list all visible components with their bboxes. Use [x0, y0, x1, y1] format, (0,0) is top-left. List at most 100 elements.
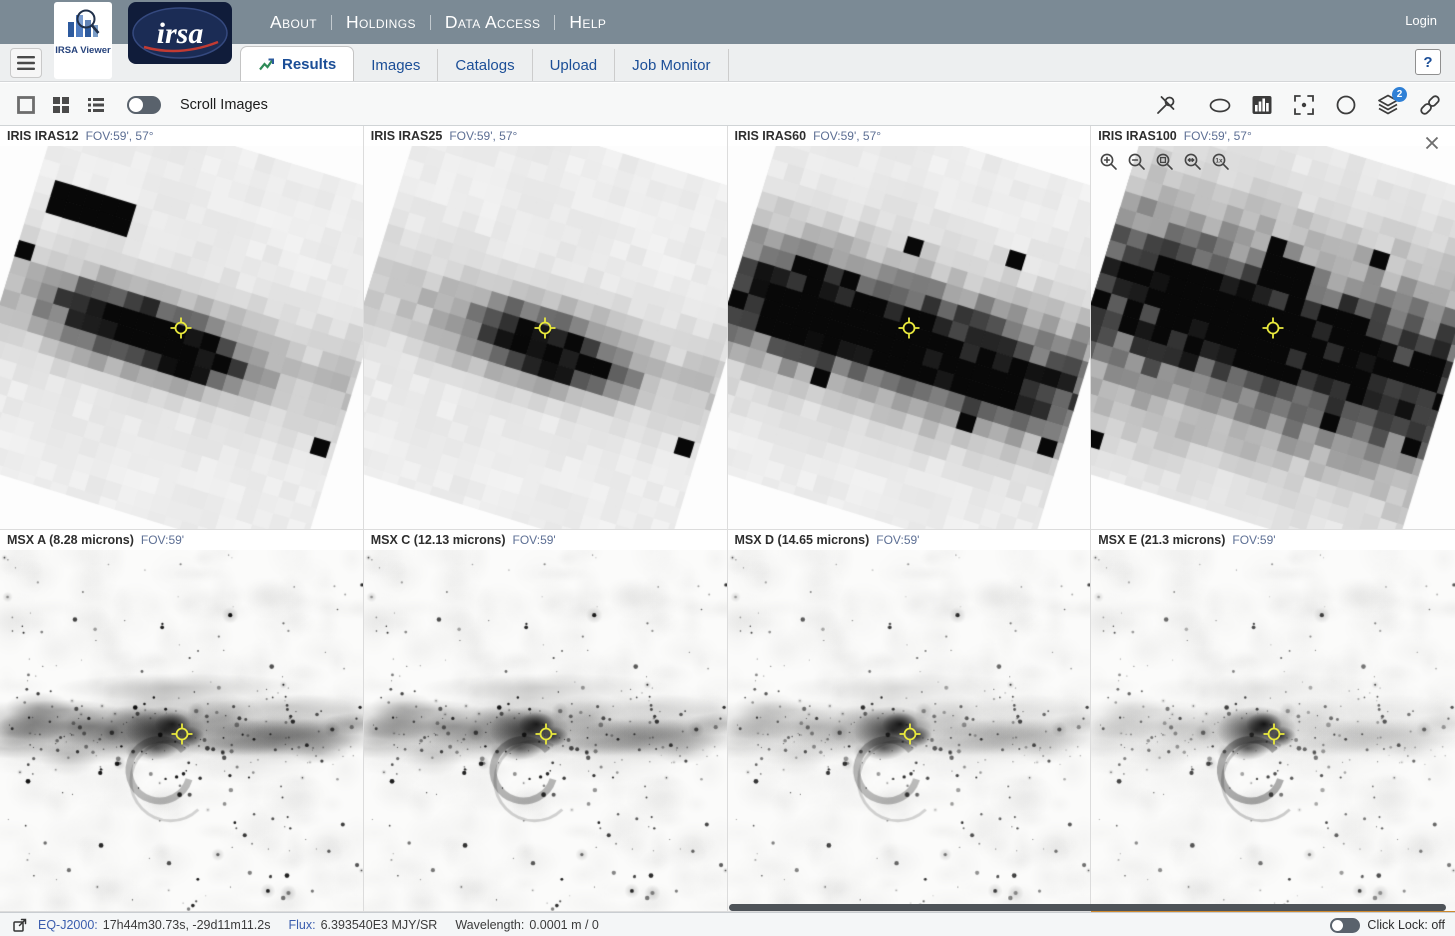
panel-fov: FOV:59': [1232, 533, 1275, 547]
sky-image-canvas[interactable]: [1091, 550, 1455, 911]
wavelength-label: Wavelength:: [455, 918, 524, 932]
irsa-viewer-logo[interactable]: IRSA Viewer: [54, 2, 112, 79]
panel-title: MSX E (21.3 microns): [1098, 533, 1225, 547]
panel-title: IRIS IRAS100: [1098, 129, 1177, 143]
sky-image[interactable]: 1x: [1091, 146, 1455, 529]
zoom-fit-icon[interactable]: [1154, 151, 1175, 172]
scroll-images-label: Scroll Images: [180, 97, 268, 113]
nav-data-access[interactable]: Data Access: [431, 12, 555, 33]
nav-holdings[interactable]: Holdings: [332, 12, 430, 33]
zoom-in-icon[interactable]: [1098, 151, 1119, 172]
image-panel-msx-a[interactable]: MSX A (8.28 microns) FOV:59': [0, 530, 364, 912]
tab-images-label: Images: [371, 57, 420, 74]
login-link[interactable]: Login: [1405, 13, 1437, 28]
tab-job-monitor-label: Job Monitor: [632, 57, 710, 74]
sky-image-canvas[interactable]: [0, 550, 363, 911]
sky-image[interactable]: [728, 550, 1091, 911]
zoom-fill-icon[interactable]: [1182, 151, 1203, 172]
results-chart-icon: [258, 56, 275, 72]
nav-about[interactable]: About: [256, 12, 331, 33]
panel-fov: FOV:59': [876, 533, 919, 547]
sky-image-canvas[interactable]: [1091, 146, 1455, 529]
sky-image-canvas[interactable]: [728, 146, 1091, 529]
wavelength-value: 0.0001 m / 0: [529, 918, 599, 932]
layers-count-badge: 2: [1392, 87, 1407, 102]
irsa-viewer-logo-icon: [64, 6, 102, 42]
sky-image[interactable]: [0, 146, 363, 529]
panel-header: MSX E (21.3 microns) FOV:59': [1091, 530, 1455, 550]
sky-image-canvas[interactable]: [364, 146, 727, 529]
panel-header: MSX C (12.13 microns) FOV:59': [364, 530, 727, 550]
panel-header: MSX D (14.65 microns) FOV:59': [728, 530, 1091, 550]
toggle-knob: [1332, 920, 1343, 931]
expand-icon[interactable]: [12, 917, 28, 933]
tab-images[interactable]: Images: [354, 49, 438, 81]
tab-upload[interactable]: Upload: [533, 49, 616, 81]
image-panel-msx-d[interactable]: MSX D (14.65 microns) FOV:59': [728, 530, 1092, 912]
sky-image[interactable]: [0, 550, 363, 911]
tab-results[interactable]: Results: [240, 46, 354, 81]
tab-upload-label: Upload: [550, 57, 598, 74]
image-panel-iras25[interactable]: IRIS IRAS25 FOV:59', 57°: [364, 126, 728, 530]
panel-header: MSX A (8.28 microns) FOV:59': [0, 530, 363, 550]
sky-image-canvas[interactable]: [364, 550, 727, 911]
flux-value: 6.393540E3 MJY/SR: [321, 918, 438, 932]
sky-image[interactable]: [364, 146, 727, 529]
panel-title: MSX A (8.28 microns): [7, 533, 134, 547]
panel-title: MSX C (12.13 microns): [371, 533, 506, 547]
panel-title: MSX D (14.65 microns): [735, 533, 870, 547]
sky-image[interactable]: [364, 550, 727, 911]
color-stretch-icon[interactable]: [1248, 91, 1275, 118]
layers-icon[interactable]: 2: [1374, 91, 1401, 118]
sky-image[interactable]: [728, 146, 1091, 529]
list-view-icon[interactable]: [84, 93, 108, 117]
svg-text:1x: 1x: [1216, 157, 1224, 164]
panel-header: IRIS IRAS60 FOV:59', 57°: [728, 126, 1091, 146]
wcs-link-icon[interactable]: [1416, 91, 1443, 118]
help-button[interactable]: ?: [1415, 49, 1441, 75]
irsa-logo[interactable]: irsa: [128, 2, 232, 64]
panel-header: IRIS IRAS12 FOV:59', 57°: [0, 126, 363, 146]
tab-catalogs-label: Catalogs: [455, 57, 514, 74]
click-lock-toggle[interactable]: [1330, 918, 1360, 933]
close-icon[interactable]: [1424, 135, 1442, 153]
view-toolbar: Scroll Images: [0, 83, 1455, 126]
horizontal-scrollbar-thumb[interactable]: [729, 904, 1446, 911]
tools-icon[interactable]: [1152, 91, 1179, 118]
panel-header: IRIS IRAS100 FOV:59', 57°: [1091, 126, 1455, 146]
image-panel-msx-c[interactable]: MSX C (12.13 microns) FOV:59': [364, 530, 728, 912]
sky-image[interactable]: [1091, 550, 1455, 911]
image-panel-iras12[interactable]: IRIS IRAS12 FOV:59', 57°: [0, 126, 364, 530]
tab-results-label: Results: [282, 56, 336, 73]
hamburger-icon: [17, 56, 35, 70]
image-panel-msx-e[interactable]: MSX E (21.3 microns) FOV:59': [1091, 530, 1455, 912]
sky-image-canvas[interactable]: [728, 550, 1091, 911]
panel-fov: FOV:59', 57°: [449, 129, 517, 143]
image-panel-iras60[interactable]: IRIS IRAS60 FOV:59', 57°: [728, 126, 1092, 530]
single-view-icon[interactable]: [14, 93, 38, 117]
zoom-1x-icon[interactable]: 1x: [1210, 151, 1231, 172]
help-button-label: ?: [1423, 54, 1432, 71]
image-tools-group: 2: [1152, 83, 1443, 126]
nav-help[interactable]: Help: [555, 12, 620, 33]
recenter-icon[interactable]: [1290, 91, 1317, 118]
ellipse-select-icon[interactable]: [1206, 91, 1233, 118]
image-panel-iras100[interactable]: IRIS IRAS100 FOV:59', 57°: [1091, 126, 1455, 530]
status-bar: EQ-J2000: 17h44m30.73s, -29d11m11.2s Flu…: [0, 912, 1455, 936]
image-grid: IRIS IRAS12 FOV:59', 57° IRIS IRAS25 FOV…: [0, 126, 1455, 912]
zoom-toolbar: 1x: [1098, 151, 1231, 172]
grid-view-icon[interactable]: [49, 93, 73, 117]
panel-title: IRIS IRAS12: [7, 129, 79, 143]
tab-catalogs[interactable]: Catalogs: [438, 49, 532, 81]
irsa-viewer-logo-label: IRSA Viewer: [55, 45, 110, 56]
sky-image-canvas[interactable]: [0, 146, 363, 529]
scroll-images-toggle[interactable]: [127, 96, 161, 114]
region-circle-icon[interactable]: [1332, 91, 1359, 118]
panel-fov: FOV:59', 57°: [1184, 129, 1252, 143]
tab-job-monitor[interactable]: Job Monitor: [615, 49, 728, 81]
toggle-knob: [129, 98, 143, 112]
zoom-out-icon[interactable]: [1126, 151, 1147, 172]
svg-text:irsa: irsa: [157, 17, 204, 50]
sidebar-menu-button[interactable]: [10, 48, 42, 78]
panel-fov: FOV:59', 57°: [813, 129, 881, 143]
